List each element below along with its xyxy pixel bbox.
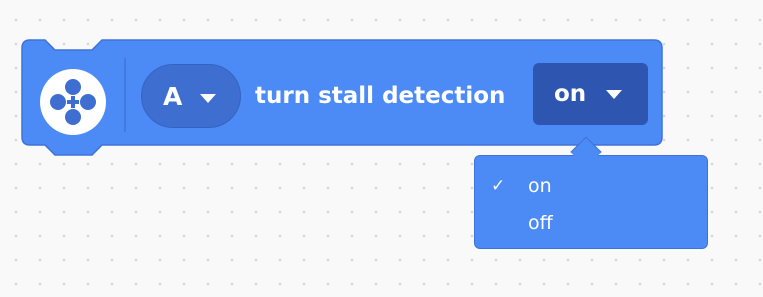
menu-item-on[interactable]: ✓ on xyxy=(475,169,707,203)
checkmark-icon: ✓ xyxy=(491,176,506,196)
port-dropdown[interactable]: A xyxy=(141,64,241,128)
dropdown-menu: ✓ on off xyxy=(474,155,708,249)
stall-value-dropdown[interactable]: on xyxy=(533,63,648,125)
port-value: A xyxy=(163,82,183,111)
menu-item-label: off xyxy=(528,212,553,234)
motor-icon xyxy=(40,69,106,135)
menu-item-off[interactable]: off xyxy=(475,206,707,240)
stall-value: on xyxy=(554,81,587,107)
chevron-down-icon xyxy=(200,94,216,103)
chevron-down-icon xyxy=(606,90,622,99)
block-label: turn stall detection xyxy=(255,83,506,109)
block-divider xyxy=(124,58,126,132)
block-shape xyxy=(21,39,663,156)
menu-item-label: on xyxy=(528,175,552,197)
